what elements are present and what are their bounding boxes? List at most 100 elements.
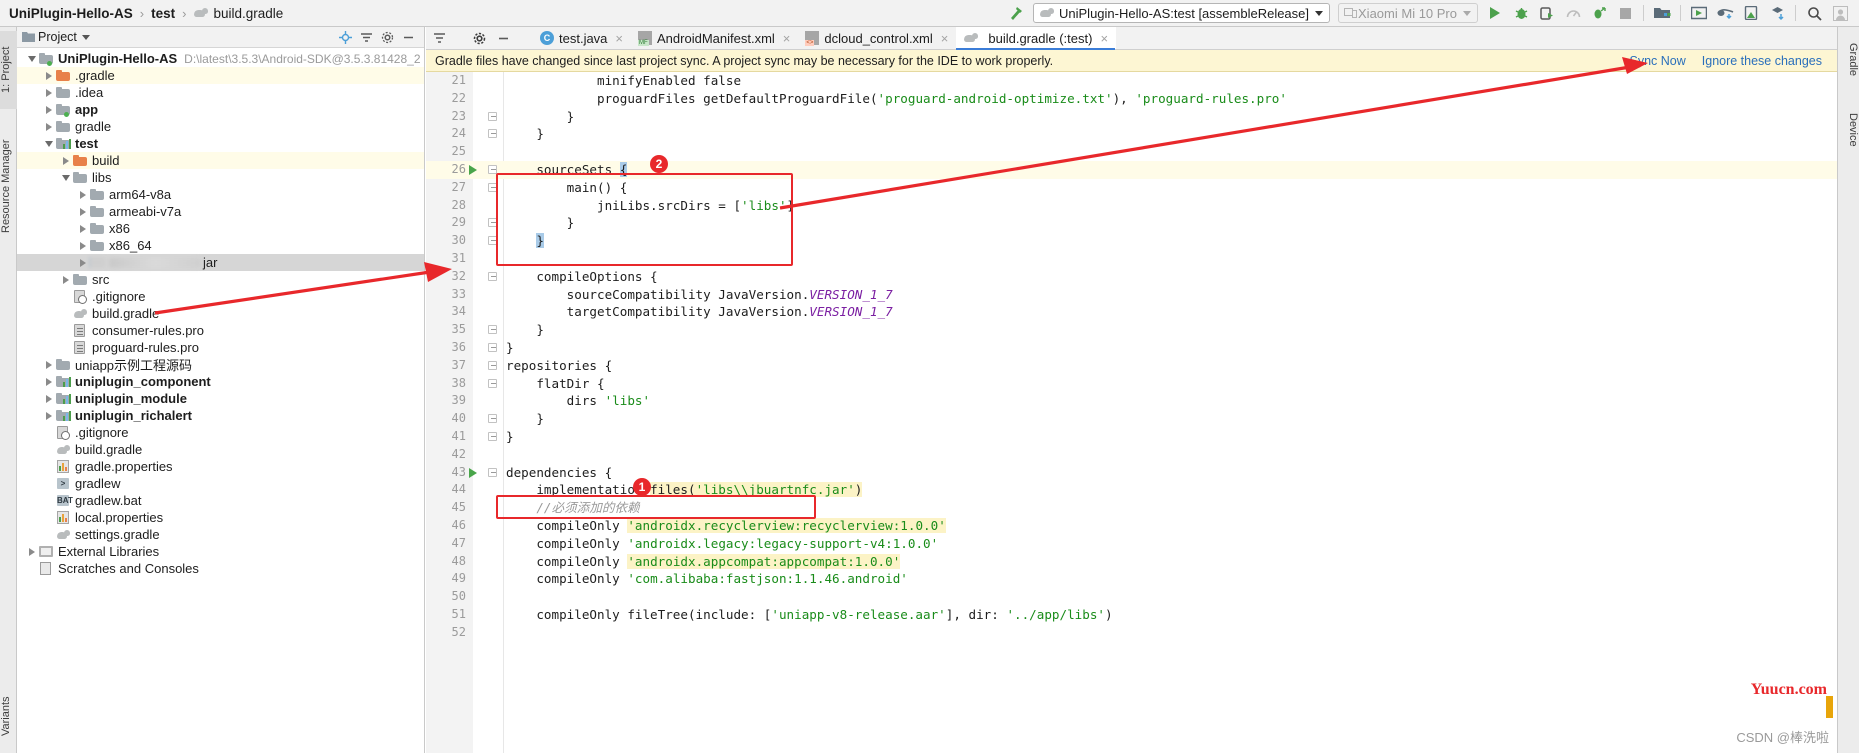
search-icon[interactable]	[1803, 2, 1825, 24]
chevron-right-icon[interactable]	[76, 205, 89, 218]
code-line-23[interactable]: 23 }	[426, 108, 1837, 126]
tree-item-gradle[interactable]: gradle	[17, 118, 424, 135]
tree-twisty[interactable]	[42, 477, 55, 490]
chevron-right-icon[interactable]	[76, 239, 89, 252]
debug-icon[interactable]	[1510, 2, 1532, 24]
sidebar-tab-resource-manager[interactable]: Resource Manager	[0, 127, 17, 245]
tree-item-jar[interactable]: jar	[17, 254, 424, 271]
sidebar-tab-variants[interactable]: Variants	[0, 683, 17, 749]
hammer-build-icon[interactable]	[1005, 2, 1027, 24]
breadcrumb-item-module[interactable]: test	[151, 6, 175, 21]
ignore-changes-link[interactable]: Ignore these changes	[1702, 54, 1822, 68]
chevron-right-icon[interactable]	[76, 222, 89, 235]
editor-tab-build.gradletest[interactable]: build.gradle (:test) ×	[956, 27, 1117, 50]
tree-item-armeabi-v7a[interactable]: armeabi-v7a	[17, 203, 424, 220]
run-configuration-selector[interactable]: UniPlugin-Hello-AS:test [assembleRelease…	[1033, 3, 1331, 23]
fold-toggle-icon[interactable]	[488, 431, 497, 441]
code-line-26[interactable]: 26 sourceSets {	[426, 160, 1837, 179]
run-gutter-icon[interactable]	[469, 467, 477, 478]
fold-toggle-icon[interactable]	[488, 182, 497, 192]
chevron-right-icon[interactable]	[42, 409, 55, 422]
code-line-41[interactable]: 41}	[426, 428, 1837, 446]
tree-item-arm64-v8a[interactable]: arm64-v8a	[17, 186, 424, 203]
code-line-38[interactable]: 38 flatDir {	[426, 375, 1837, 393]
chevron-right-icon[interactable]	[76, 188, 89, 201]
tree-item-.gitignore[interactable]: .gitignore	[17, 424, 424, 441]
sidebar-tab-project[interactable]: 1: Project	[0, 31, 17, 109]
fold-toggle-icon[interactable]	[488, 325, 497, 335]
tree-twisty[interactable]	[42, 511, 55, 524]
tree-item-scratchesandconsoles[interactable]: Scratches and Consoles	[17, 560, 424, 577]
tree-item-build.gradle[interactable]: build.gradle	[17, 441, 424, 458]
avd-manager-icon[interactable]	[1651, 2, 1673, 24]
run-icon[interactable]	[1484, 2, 1506, 24]
settings-gear-icon[interactable]	[380, 30, 394, 44]
locate-icon[interactable]	[338, 30, 352, 44]
code-line-25[interactable]: 25	[426, 143, 1837, 161]
chevron-right-icon[interactable]	[42, 86, 55, 99]
fold-toggle-icon[interactable]	[488, 218, 497, 228]
run-gutter-icon[interactable]	[469, 164, 477, 175]
tree-twisty[interactable]	[42, 528, 55, 541]
fold-toggle-icon[interactable]	[488, 414, 497, 424]
fold-toggle-icon[interactable]	[488, 342, 497, 352]
code-editor[interactable]: 21 minifyEnabled false 22 proguardFiles g…	[426, 72, 1837, 753]
tree-item-gradle.properties[interactable]: gradle.properties	[17, 458, 424, 475]
tree-item-.gitignore[interactable]: .gitignore	[17, 288, 424, 305]
tree-item-libs[interactable]: libs	[17, 169, 424, 186]
code-line-37[interactable]: 37 repositories {	[426, 357, 1837, 375]
chevron-right-icon[interactable]	[76, 256, 89, 269]
close-icon[interactable]: ×	[783, 31, 791, 46]
code-line-45[interactable]: 45 //必须添加的依赖	[426, 499, 1837, 517]
code-line-48[interactable]: 48 compileOnly 'androidx.appcompat:appco…	[426, 553, 1837, 571]
collapse-all-icon[interactable]	[359, 30, 373, 44]
tree-item-src[interactable]: src	[17, 271, 424, 288]
close-icon[interactable]: ×	[1100, 31, 1108, 46]
sidebar-tab-device[interactable]: Device	[1837, 97, 1859, 163]
code-line-50[interactable]: 50	[426, 588, 1837, 606]
layout-inspector-icon[interactable]	[1766, 2, 1788, 24]
code-line-34[interactable]: 34 targetCompatibility JavaVersion.VERSI…	[426, 303, 1837, 321]
tree-item-.gradle[interactable]: .gradle	[17, 67, 424, 84]
chevron-down-icon[interactable]	[59, 171, 72, 184]
stop-icon[interactable]	[1614, 2, 1636, 24]
code-line-32[interactable]: 32 compileOptions {	[426, 268, 1837, 286]
tree-item-uniplugin_richalert[interactable]: uniplugin_richalert	[17, 407, 424, 424]
tree-item-consumer-rules.pro[interactable]: consumer-rules.pro	[17, 322, 424, 339]
account-icon[interactable]	[1829, 2, 1851, 24]
code-line-35[interactable]: 35 }	[426, 321, 1837, 339]
chevron-down-icon[interactable]	[42, 137, 55, 150]
code-line-39[interactable]: 39 dirs 'libs'	[426, 392, 1837, 410]
chevron-right-icon[interactable]	[42, 375, 55, 388]
collapse-icon[interactable]	[432, 31, 447, 46]
editor-tab-test.java[interactable]: Ctest.java ×	[533, 27, 631, 49]
device-selector[interactable]: Xiaomi Mi 10 Pro	[1338, 3, 1478, 23]
sync-now-link[interactable]: Sync Now	[1629, 54, 1685, 68]
code-line-27[interactable]: 27 main() {	[426, 179, 1837, 197]
chevron-down-icon[interactable]	[81, 34, 90, 40]
code-line-30[interactable]: 30 }	[426, 232, 1837, 250]
code-line-49[interactable]: 49 compileOnly 'com.alibaba:fastjson:1.1…	[426, 570, 1837, 588]
sidebar-tab-gradle[interactable]: Gradle	[1837, 29, 1859, 91]
tree-twisty[interactable]	[42, 426, 55, 439]
tree-item-x86_64[interactable]: x86_64	[17, 237, 424, 254]
tree-item-.idea[interactable]: .idea	[17, 84, 424, 101]
code-line-42[interactable]: 42	[426, 446, 1837, 464]
hide-panel-icon[interactable]	[401, 30, 415, 44]
chevron-right-icon[interactable]	[42, 69, 55, 82]
tree-item-gradlew.bat[interactable]: BAT gradlew.bat	[17, 492, 424, 509]
chevron-right-icon[interactable]	[42, 392, 55, 405]
code-line-29[interactable]: 29 }	[426, 214, 1837, 232]
code-line-47[interactable]: 47 compileOnly 'androidx.legacy:legacy-s…	[426, 535, 1837, 553]
tree-twisty[interactable]	[42, 494, 55, 507]
tree-twisty[interactable]	[59, 341, 72, 354]
code-line-46[interactable]: 46 compileOnly 'androidx.recyclerview:re…	[426, 517, 1837, 535]
tree-item-externallibraries[interactable]: External Libraries	[17, 543, 424, 560]
tree-twisty[interactable]	[42, 460, 55, 473]
code-line-51[interactable]: 51 compileOnly fileTree(include: ['uniap…	[426, 606, 1837, 624]
code-line-31[interactable]: 31	[426, 250, 1837, 268]
fold-toggle-icon[interactable]	[488, 360, 497, 370]
tree-item-proguard-rules.pro[interactable]: proguard-rules.pro	[17, 339, 424, 356]
tree-item-uniplugin_component[interactable]: uniplugin_component	[17, 373, 424, 390]
editor-tab-dcloudcontrol.xml[interactable]: dcloud_control.xml ×	[798, 27, 956, 49]
